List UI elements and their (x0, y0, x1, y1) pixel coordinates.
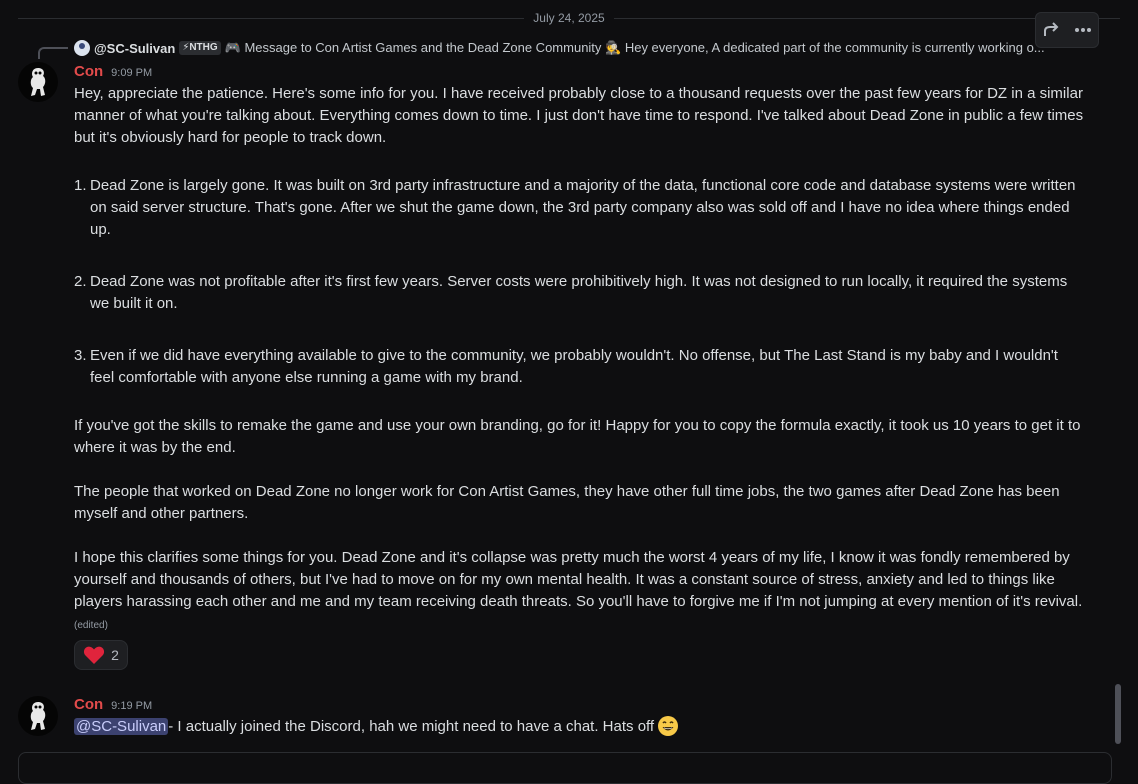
reply-connector (38, 47, 68, 59)
list-number: 3. (74, 347, 87, 364)
smile-emoji-icon (658, 716, 679, 736)
list-item: 1. Dead Zone is largely gone. It was bui… (74, 175, 1084, 241)
username[interactable]: Con (74, 696, 103, 713)
reply-avatar[interactable] (74, 40, 90, 56)
message-paragraph: The people that worked on Dead Zone no l… (74, 483, 1060, 522)
forward-icon (1043, 22, 1058, 36)
list-number: 1. (74, 177, 87, 194)
avatar[interactable] (18, 696, 58, 736)
reply-preview[interactable]: @SC-Sulivan ⚡NTHG 🎮 Message to Con Artis… (74, 39, 1086, 57)
message-header: Con 9:09 PM (74, 63, 152, 83)
message-text: - I actually joined the Discord, hah we … (168, 717, 655, 735)
list-item: 2. Dead Zone was not profitable after it… (74, 271, 1084, 315)
date-divider-label: July 24, 2025 (524, 10, 614, 26)
edited-label[interactable]: (edited) (74, 620, 108, 631)
message-paragraph: Hey, appreciate the patience. Here's som… (74, 85, 1084, 146)
username[interactable]: Con (74, 63, 103, 80)
reaction-heart[interactable]: 2 (74, 640, 128, 670)
scrollbar-thumb[interactable] (1115, 684, 1121, 744)
list-item: 3. Even if we did have everything availa… (74, 345, 1084, 389)
more-icon (1074, 28, 1091, 32)
list-text: Dead Zone is largely gone. It was built … (90, 177, 1076, 238)
list-number: 2. (74, 273, 87, 290)
avatar-image (30, 702, 46, 730)
avatar[interactable] (18, 62, 58, 102)
reply-username[interactable]: @SC-Sulivan (94, 41, 175, 56)
message-paragraph: If you've got the skills to remake the g… (74, 417, 1081, 456)
reply-text[interactable]: 🎮 Message to Con Artist Games and the De… (225, 40, 1086, 56)
message-paragraph: I hope this clarifies some things for yo… (74, 547, 1084, 637)
list-text: Dead Zone was not profitable after it's … (90, 273, 1068, 312)
message-header: Con 9:19 PM (74, 696, 152, 716)
heart-icon (84, 646, 105, 664)
timestamp[interactable]: 9:09 PM (111, 67, 152, 79)
message-content: @SC-Sulivan - I actually joined the Disc… (74, 714, 679, 738)
timestamp[interactable]: 9:19 PM (111, 700, 152, 712)
user-mention[interactable]: @SC-Sulivan (74, 717, 169, 735)
server-tag: ⚡NTHG (179, 41, 221, 55)
message-text: I hope this clarifies some things for yo… (74, 549, 1083, 610)
list-text: Even if we did have everything available… (90, 347, 1058, 386)
reaction-count: 2 (111, 647, 119, 663)
avatar-image (30, 68, 46, 96)
message-composer[interactable] (18, 752, 1112, 784)
